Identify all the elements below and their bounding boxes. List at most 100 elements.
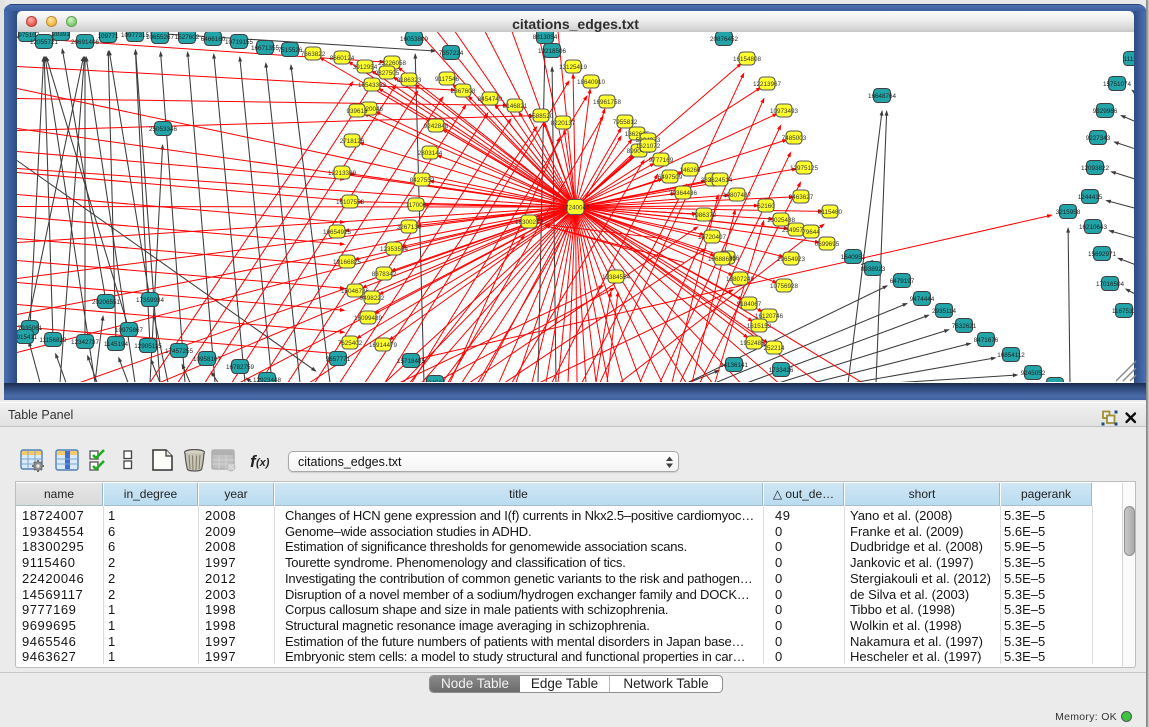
svg-text:9463627: 9463627 bbox=[789, 193, 814, 200]
svg-text:9657771: 9657771 bbox=[326, 355, 351, 362]
svg-text:109771: 109771 bbox=[97, 32, 119, 39]
svg-text:10973493: 10973493 bbox=[770, 107, 799, 114]
svg-text:124504: 124504 bbox=[424, 379, 446, 382]
svg-text:10958107: 10958107 bbox=[193, 355, 222, 362]
svg-text:9242848: 9242848 bbox=[424, 122, 449, 129]
svg-text:12342737: 12342737 bbox=[71, 338, 100, 345]
svg-text:20876452: 20876452 bbox=[710, 35, 739, 42]
svg-text:18300273: 18300273 bbox=[515, 218, 544, 225]
svg-text:11156829: 11156829 bbox=[39, 336, 67, 343]
svg-text:9329966: 9329966 bbox=[1093, 107, 1118, 114]
svg-text:9115460: 9115460 bbox=[818, 208, 843, 215]
svg-text:9474444: 9474444 bbox=[910, 295, 935, 302]
svg-text:20364436: 20364436 bbox=[669, 189, 698, 196]
svg-text:15720407: 15720407 bbox=[698, 233, 727, 240]
svg-text:16210643: 16210643 bbox=[1079, 223, 1108, 230]
svg-text:9498222: 9498222 bbox=[360, 294, 385, 301]
svg-text:79644: 79644 bbox=[802, 228, 820, 235]
svg-text:13125419: 13125419 bbox=[559, 63, 588, 70]
svg-text:10854112: 10854112 bbox=[997, 351, 1025, 358]
svg-text:6466160: 6466160 bbox=[201, 35, 226, 42]
svg-text:9227343: 9227343 bbox=[1086, 134, 1111, 141]
svg-text:25053346: 25053346 bbox=[149, 125, 178, 132]
svg-text:9146821: 9146821 bbox=[503, 102, 528, 109]
svg-text:17016504: 17016504 bbox=[1096, 280, 1125, 287]
svg-text:16914479: 16914479 bbox=[369, 341, 398, 348]
svg-text:7357224: 7357224 bbox=[439, 49, 464, 56]
svg-text:0699695: 0699695 bbox=[815, 240, 840, 247]
svg-text:146266: 146266 bbox=[679, 166, 701, 173]
svg-text:16053809: 16053809 bbox=[400, 35, 429, 42]
svg-text:7986372: 7986372 bbox=[692, 211, 717, 218]
svg-text:12975125: 12975125 bbox=[790, 164, 819, 171]
svg-text:(x): (x) bbox=[256, 457, 270, 469]
svg-text:20206551: 20206551 bbox=[92, 298, 121, 305]
svg-text:1588520: 1588520 bbox=[529, 112, 554, 119]
svg-text:12905115: 12905115 bbox=[134, 342, 162, 349]
svg-text:9327505: 9327505 bbox=[375, 69, 400, 76]
svg-text:8938923: 8938923 bbox=[861, 265, 886, 272]
svg-text:10688639: 10688639 bbox=[708, 255, 737, 262]
svg-text:16099489: 16099489 bbox=[354, 314, 383, 321]
svg-text:1244415: 1244415 bbox=[1078, 193, 1103, 200]
svg-text:9245052: 9245052 bbox=[1021, 369, 1046, 376]
svg-text:3267130: 3267130 bbox=[397, 223, 422, 230]
svg-text:19654925: 19654925 bbox=[323, 228, 352, 235]
svg-text:117006: 117006 bbox=[406, 201, 427, 208]
svg-text:16671355: 16671355 bbox=[251, 44, 280, 51]
svg-text:19218506: 19218506 bbox=[538, 47, 567, 54]
svg-text:9117546: 9117546 bbox=[435, 75, 460, 82]
svg-text:17359934: 17359934 bbox=[136, 296, 165, 303]
svg-text:11121: 11121 bbox=[1124, 55, 1134, 62]
svg-text:10975867: 10975867 bbox=[115, 326, 144, 333]
svg-text:1640951: 1640951 bbox=[841, 253, 866, 260]
svg-text:16543362: 16543362 bbox=[358, 81, 387, 88]
svg-text:7632621: 7632621 bbox=[952, 322, 977, 329]
svg-text:15751074: 15751074 bbox=[1103, 80, 1132, 87]
svg-text:252214: 252214 bbox=[763, 344, 785, 351]
svg-text:8454749: 8454749 bbox=[478, 95, 503, 102]
svg-text:15718485: 15718485 bbox=[397, 357, 426, 364]
svg-text:12353594: 12353594 bbox=[380, 245, 409, 252]
svg-text:6479197: 6479197 bbox=[890, 277, 915, 284]
svg-text:18807249: 18807249 bbox=[726, 275, 755, 282]
svg-text:1621072: 1621072 bbox=[636, 142, 661, 149]
svg-text:12213967: 12213967 bbox=[753, 80, 782, 87]
svg-text:3215958: 3215958 bbox=[1056, 208, 1081, 215]
svg-text:16782759: 16782759 bbox=[226, 363, 255, 370]
svg-text:9777169: 9777169 bbox=[649, 156, 674, 163]
svg-text:8878342: 8878342 bbox=[372, 270, 397, 277]
svg-text:19384554: 19384554 bbox=[602, 273, 631, 280]
svg-text:1733426: 1733426 bbox=[769, 366, 794, 373]
svg-text:10756928: 10756928 bbox=[770, 282, 799, 289]
svg-text:12213389: 12213389 bbox=[328, 169, 357, 176]
svg-text:8471676: 8471676 bbox=[974, 336, 999, 343]
svg-text:10719155: 10719155 bbox=[225, 38, 254, 45]
svg-text:7955812: 7955812 bbox=[613, 118, 638, 125]
svg-text:1615152: 1615152 bbox=[747, 322, 772, 329]
svg-text:6497509: 6497509 bbox=[658, 173, 683, 180]
svg-text:2367608: 2367608 bbox=[451, 87, 476, 94]
svg-text:20691406: 20691406 bbox=[71, 38, 100, 45]
svg-text:20391: 20391 bbox=[52, 32, 70, 38]
svg-text:16648764: 16648764 bbox=[868, 92, 897, 99]
svg-text:7515526: 7515526 bbox=[278, 46, 303, 53]
svg-text:18640910: 18640910 bbox=[577, 78, 606, 85]
svg-text:2935114: 2935114 bbox=[932, 307, 957, 314]
svg-text:7485003: 7485003 bbox=[782, 134, 807, 141]
svg-text:14136141: 14136141 bbox=[720, 361, 749, 368]
svg-text:7663822: 7663822 bbox=[301, 50, 326, 57]
svg-text:8660124: 8660124 bbox=[330, 54, 355, 61]
svg-text:10655267: 10655267 bbox=[146, 33, 175, 40]
svg-text:16107553: 16107553 bbox=[336, 198, 365, 205]
svg-text:7625402: 7625402 bbox=[338, 339, 363, 346]
svg-text:924505: 924505 bbox=[1044, 381, 1066, 382]
svg-text:17240047: 17240047 bbox=[561, 204, 590, 211]
svg-text:19166825: 19166825 bbox=[333, 258, 362, 265]
svg-text:939613: 939613 bbox=[346, 107, 368, 114]
svg-text:19654923: 19654923 bbox=[777, 255, 806, 262]
svg-text:16961758: 16961758 bbox=[593, 98, 622, 105]
svg-text:8220137: 8220137 bbox=[551, 119, 576, 126]
svg-text:16154808: 16154808 bbox=[733, 55, 762, 62]
svg-text:62160: 62160 bbox=[757, 202, 775, 209]
